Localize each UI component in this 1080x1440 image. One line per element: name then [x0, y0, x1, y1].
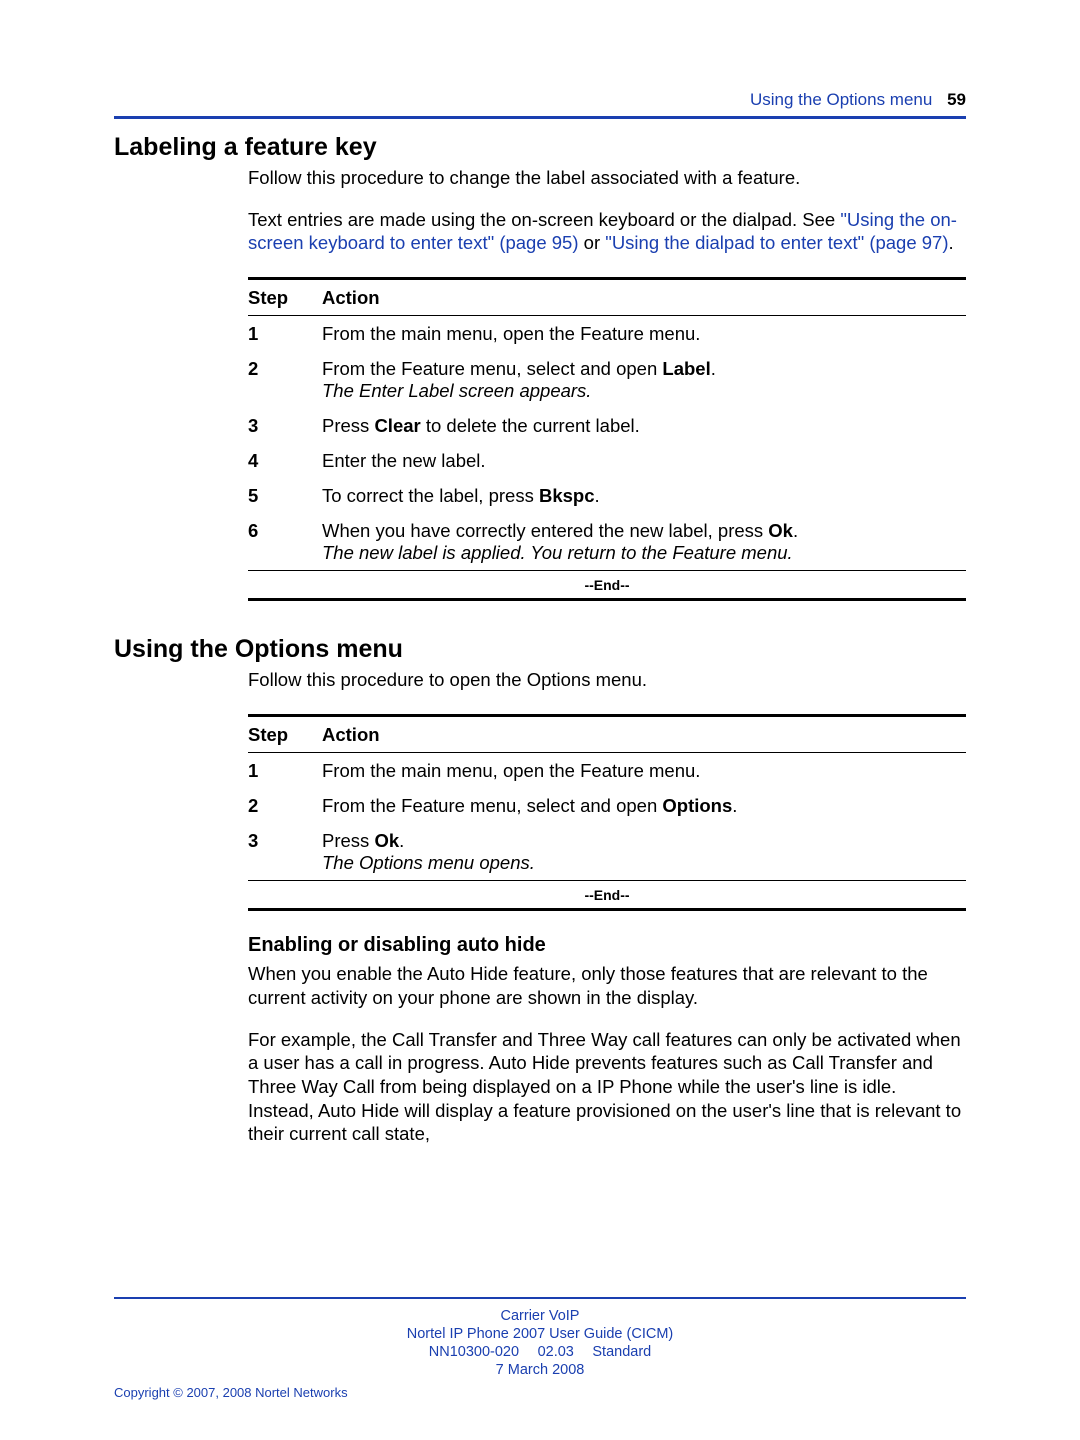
table-body-1: 1From the main menu, open the Feature me… — [248, 316, 966, 570]
step-action: To correct the label, press Bkspc. — [322, 485, 966, 507]
step-action: Press Ok.The Options menu opens. — [322, 830, 966, 874]
rule — [248, 908, 966, 911]
page: Using the Options menu 59 Labeling a fea… — [0, 0, 1080, 1440]
table-row: 4Enter the new label. — [248, 443, 966, 478]
text: or — [579, 232, 606, 253]
table-row: 3Press Ok.The Options menu opens. — [248, 823, 966, 880]
step-action: From the Feature menu, select and open O… — [322, 795, 966, 817]
footer-line: Nortel IP Phone 2007 User Guide (CICM) — [114, 1325, 966, 1343]
table-head: Step Action — [248, 280, 966, 315]
section3-p1: When you enable the Auto Hide feature, o… — [248, 962, 966, 1009]
section1-body: Follow this procedure to change the labe… — [248, 166, 966, 255]
col-action-head: Action — [322, 724, 966, 746]
section3-wrap: Enabling or disabling auto hide When you… — [248, 933, 966, 1146]
step-number: 2 — [248, 795, 322, 817]
header-rule — [114, 116, 966, 119]
end-marker: --End-- — [248, 571, 966, 598]
copyright: Copyright © 2007, 2008 Nortel Networks — [114, 1385, 966, 1400]
footer-line: NN10300-020 02.03 Standard — [114, 1343, 966, 1361]
section2-body: Follow this procedure to open the Option… — [248, 668, 966, 692]
step-number: 4 — [248, 450, 322, 472]
step-number: 3 — [248, 830, 322, 852]
step-number: 5 — [248, 485, 322, 507]
footer-line: 7 March 2008 — [114, 1361, 966, 1379]
step-action: When you have correctly entered the new … — [322, 520, 966, 564]
table-row: 5To correct the label, press Bkspc. — [248, 478, 966, 513]
steps-table-2: Step Action 1From the main menu, open th… — [248, 714, 966, 911]
footer-rule — [114, 1297, 966, 1299]
step-number: 1 — [248, 760, 322, 782]
step-number: 2 — [248, 358, 322, 380]
heading-using-options-menu: Using the Options menu — [114, 635, 966, 664]
step-action: Press Clear to delete the current label. — [322, 415, 966, 437]
text: . — [949, 232, 954, 253]
end-marker: --End-- — [248, 881, 966, 908]
text: Text entries are made using the on-scree… — [248, 209, 840, 230]
section3-p2: For example, the Call Transfer and Three… — [248, 1028, 966, 1146]
heading-labeling-feature-key: Labeling a feature key — [114, 133, 966, 162]
table-head: Step Action — [248, 717, 966, 752]
table-body-2: 1From the main menu, open the Feature me… — [248, 753, 966, 880]
page-footer: Carrier VoIP Nortel IP Phone 2007 User G… — [114, 1297, 966, 1401]
col-step-head: Step — [248, 724, 322, 746]
heading-auto-hide: Enabling or disabling auto hide — [248, 933, 966, 959]
step-number: 3 — [248, 415, 322, 437]
table-row: 1From the main menu, open the Feature me… — [248, 753, 966, 788]
step-action: Enter the new label. — [322, 450, 966, 472]
table-row: 3Press Clear to delete the current label… — [248, 408, 966, 443]
running-head: Using the Options menu 59 — [114, 90, 966, 110]
link-dialpad-text[interactable]: "Using the dialpad to enter text" (page … — [605, 232, 948, 253]
running-head-title: Using the Options menu — [750, 90, 932, 109]
section1-intro: Follow this procedure to change the labe… — [248, 166, 966, 190]
footer-line: Carrier VoIP — [114, 1307, 966, 1325]
table-row: 2From the Feature menu, select and open … — [248, 351, 966, 408]
steps-table-1: Step Action 1From the main menu, open th… — [248, 277, 966, 601]
section1-para2: Text entries are made using the on-scree… — [248, 208, 966, 255]
rule — [248, 598, 966, 601]
step-action: From the main menu, open the Feature men… — [322, 323, 966, 345]
running-head-page: 59 — [947, 90, 966, 109]
step-action: From the Feature menu, select and open L… — [322, 358, 966, 402]
col-step-head: Step — [248, 287, 322, 309]
footer-center: Carrier VoIP Nortel IP Phone 2007 User G… — [114, 1307, 966, 1380]
section2-intro: Follow this procedure to open the Option… — [248, 668, 966, 692]
step-number: 1 — [248, 323, 322, 345]
table-row: 2From the Feature menu, select and open … — [248, 788, 966, 823]
step-action: From the main menu, open the Feature men… — [322, 760, 966, 782]
col-action-head: Action — [322, 287, 966, 309]
step-number: 6 — [248, 520, 322, 542]
table-row: 6When you have correctly entered the new… — [248, 513, 966, 570]
table-row: 1From the main menu, open the Feature me… — [248, 316, 966, 351]
